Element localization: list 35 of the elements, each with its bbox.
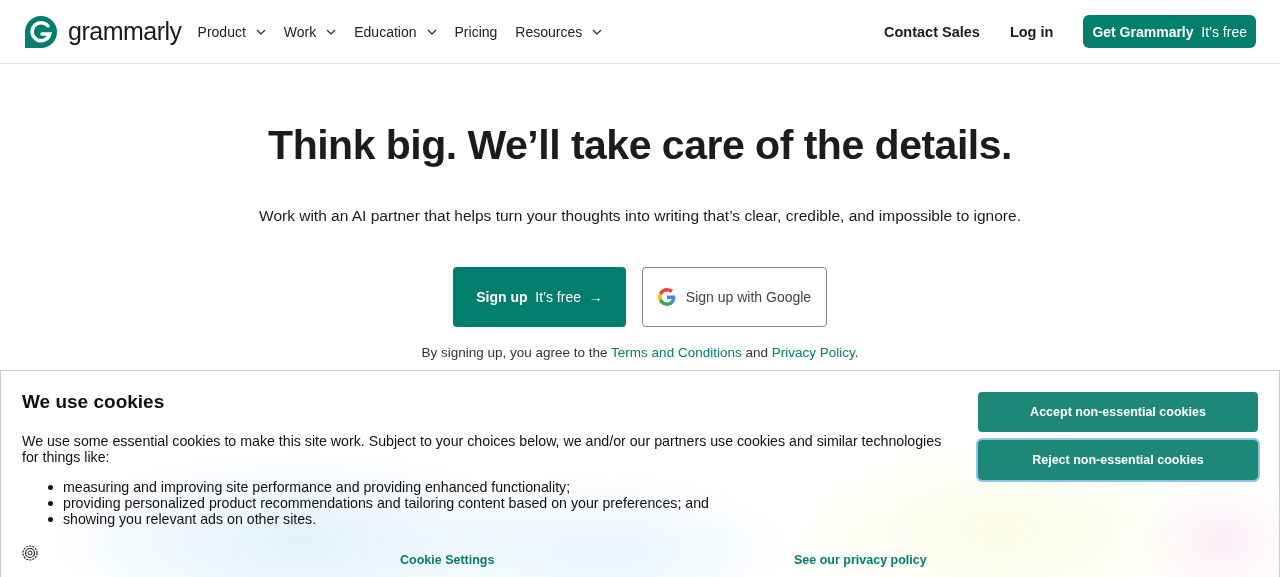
nav-item[interactable]: Product xyxy=(197,23,266,40)
cookie-title: We use cookies xyxy=(22,391,166,413)
cookie-list-item: measuring and improving site performance and providing enhanced functionality; xyxy=(63,479,571,495)
logo-text[interactable]: grammarly xyxy=(68,17,182,46)
logo-icon[interactable] xyxy=(24,14,58,49)
hero-subtitle: Work with an AI partner that helps turn your thoughts into writing that’s clear, credible, and impossible to ignore. xyxy=(259,207,1021,225)
contact-sales-link[interactable]: Contact Sales xyxy=(884,23,980,40)
cookie-button[interactable]: Accept non-essential cookies xyxy=(978,392,1258,432)
bullet-icon xyxy=(48,516,53,522)
nav-item[interactable]: Resources xyxy=(515,23,603,40)
cookie-button[interactable]: Reject non-essential cookies xyxy=(978,440,1258,480)
bullet-icon xyxy=(48,500,53,506)
chevron-down-icon[interactable] xyxy=(592,28,603,35)
cookie-text: We use some essential cookies to make this site work. Subject to your choices below, we and/or our partners use cookies and similar technologies for things like: xyxy=(22,433,942,465)
cookie-list-item: showing you relevant ads on other sites. xyxy=(63,511,317,527)
chevron-down-icon[interactable] xyxy=(426,28,437,35)
privacy-link[interactable]: Privacy Policy xyxy=(771,345,855,360)
google-icon xyxy=(657,288,676,306)
hero-title: Think big. We’ll take care of the details. xyxy=(268,122,1012,169)
privacy-policy-link[interactable]: See our privacy policy xyxy=(794,553,927,567)
google-signup-button[interactable]: Sign up with Google xyxy=(642,267,827,327)
chevron-down-icon[interactable] xyxy=(326,28,337,35)
cookie-list-item: providing personalized product recommendations and tailoring content based on your preferences; and xyxy=(63,495,709,511)
bullet-icon xyxy=(48,484,53,490)
terms-link[interactable]: Terms and Conditions xyxy=(611,345,742,360)
privacy-badge-icon[interactable] xyxy=(22,545,38,561)
nav-item[interactable]: Pricing xyxy=(454,23,498,40)
login-link[interactable]: Log in xyxy=(1009,23,1054,40)
get-grammarly-button[interactable]: Get Grammarly It’s free xyxy=(1083,15,1256,48)
nav-item[interactable]: Education xyxy=(354,23,437,40)
nav-item[interactable]: Work xyxy=(283,23,337,40)
cookie-settings-link[interactable]: Cookie Settings xyxy=(400,553,495,567)
chevron-down-icon[interactable] xyxy=(255,28,266,35)
agreement-text: By signing up, you agree to the Terms and Conditions and Privacy Policy. xyxy=(421,345,859,360)
signup-button[interactable]: Sign up It’s free → xyxy=(453,267,626,327)
